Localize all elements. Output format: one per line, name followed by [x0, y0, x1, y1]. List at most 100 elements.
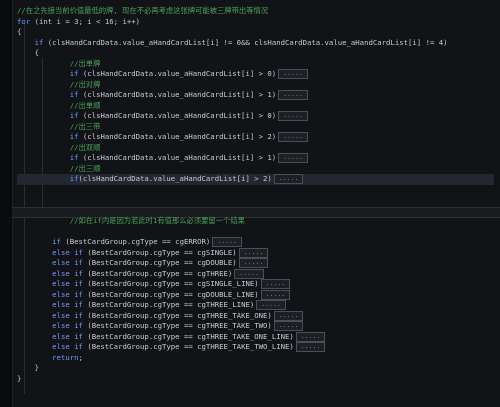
code-keyword: return — [52, 352, 79, 362]
code-text: (BestCardGroup.cgType == cgTHREE_TAKE_TW… — [82, 321, 272, 330]
collapsed-block-button[interactable]: ..... — [278, 69, 308, 79]
collapsed-block-button[interactable]: ..... — [260, 279, 291, 289]
code-line[interactable]: else if (BestCardGroup.cgType == cgTHREE… — [17, 342, 494, 353]
code-line[interactable]: if (clsHandCardData.value_aHandCardList[… — [17, 90, 494, 101]
code-line[interactable] — [17, 227, 494, 238]
code-text: } — [17, 373, 22, 383]
collapsed-block-button[interactable]: ..... — [273, 310, 304, 321]
code-comment: //出双顺 — [17, 142, 101, 152]
collapsed-block-button[interactable]: ..... — [234, 268, 264, 279]
collapsed-block-button[interactable]: ..... — [278, 132, 308, 142]
collapsed-block-button[interactable]: ..... — [238, 258, 269, 268]
code-line[interactable]: { — [17, 48, 494, 59]
code-line[interactable]: else if (BestCardGroup.cgType == cgDOUBL… — [17, 289, 494, 301]
code-line[interactable]: if (clsHandCardData.value_aHandCardList[… — [17, 132, 494, 143]
code-line[interactable]: //出对牌 — [17, 80, 494, 91]
code-line[interactable] — [17, 206, 494, 217]
code-text: (clsHandCardData.value_aHandCardList[i] … — [78, 132, 277, 141]
collapsed-block-button[interactable]: ..... — [238, 247, 269, 258]
code-comment: //出单顺 — [17, 100, 101, 110]
code-line[interactable]: //出三带 — [17, 122, 494, 133]
collapsed-block-button[interactable]: ..... — [256, 300, 286, 310]
code-text: (clsHandCardData.value_aHandCardList[i] … — [43, 37, 448, 47]
code-keyword: else if — [52, 342, 83, 351]
code-line[interactable]: else if (BestCardGroup.cgType == cgDOUBL… — [17, 258, 494, 269]
code-line[interactable]: if (BestCardGroup.cgType == cgERROR)....… — [17, 237, 494, 248]
code-line[interactable]: for (int i = 3; i < 16; i++) — [17, 17, 494, 28]
code-line[interactable]: //出单牌 — [17, 59, 494, 70]
code-text: (clsHandCardData.value_aHandCardList[i] … — [78, 69, 277, 78]
code-keyword: if — [52, 237, 61, 246]
code-area[interactable]: //在之先接当前价值最低的牌, 现在不必再考虑这张牌可能被三牌带出等情况 for … — [17, 6, 494, 384]
code-keyword: if — [69, 90, 79, 99]
collapsed-block-button[interactable]: ..... — [260, 289, 291, 300]
code-line[interactable]: //出单顺 — [17, 101, 494, 112]
code-line[interactable]: //如在if内是因为若此时1有值那么必须要留一个结果 — [17, 216, 494, 227]
code-comment: //在之先接当前价值最低的牌, 现在不必再考虑这张牌可能被三牌带出等情况 — [17, 6, 269, 15]
code-text: (BestCardGroup.cgType == cgTHREE_TAKE_ON… — [82, 310, 272, 320]
code-line[interactable]: else if (BestCardGroup.cgType == cgTHREE… — [17, 321, 494, 332]
code-line[interactable]: if (clsHandCardData.value_aHandCardList[… — [17, 111, 494, 122]
code-line[interactable]: //出三顺 — [17, 164, 494, 175]
code-text: (BestCardGroup.cgType == cgTHREE_TAKE_TW… — [82, 342, 294, 351]
code-line[interactable] — [17, 185, 494, 196]
collapsed-block-button[interactable]: ..... — [212, 237, 242, 247]
code-line[interactable]: else if (BestCardGroup.cgType == cgSINGL… — [17, 247, 494, 259]
code-line[interactable]: else if (BestCardGroup.cgType == cgTHREE… — [17, 310, 494, 322]
collapsed-block-button[interactable]: ..... — [273, 174, 304, 184]
code-line[interactable] — [17, 195, 494, 206]
code-line[interactable]: else if (BestCardGroup.cgType == cgTHREE… — [17, 268, 494, 280]
collapsed-block-button[interactable]: ..... — [278, 153, 308, 163]
code-line[interactable]: if(clsHandCardData.value_aHandCardList[i… — [17, 174, 494, 185]
collapsed-block-button[interactable]: ..... — [278, 90, 308, 100]
code-line[interactable]: else if (BestCardGroup.cgType == cgTHREE… — [17, 300, 494, 311]
code-comment: //出对牌 — [17, 79, 101, 89]
code-text: } — [17, 363, 39, 372]
editor-gutter — [0, 0, 13, 407]
code-line[interactable]: else if (BestCardGroup.cgType == cgTHREE… — [17, 331, 494, 343]
code-keyword: else if — [52, 321, 83, 330]
code-line[interactable]: else if (BestCardGroup.cgType == cgSINGL… — [17, 279, 494, 290]
code-line[interactable]: if (clsHandCardData.value_aHandCardList[… — [17, 153, 494, 164]
code-keyword: else if — [52, 268, 83, 278]
code-text: (BestCardGroup.cgType == cgTHREE_LINE) — [82, 300, 255, 309]
code-text: (BestCardGroup.cgType == cgSINGLE_LINE) — [82, 279, 259, 288]
code-line[interactable]: } — [17, 374, 494, 385]
code-line[interactable]: { — [17, 27, 494, 38]
code-line[interactable]: if (clsHandCardData.value_aHandCardList[… — [17, 38, 494, 49]
collapsed-block-button[interactable]: ..... — [278, 111, 308, 121]
collapsed-block-button[interactable]: ..... — [295, 342, 326, 352]
collapsed-block-button[interactable]: ..... — [273, 321, 304, 331]
code-editor-window: //在之先接当前价值最低的牌, 现在不必再考虑这张牌可能被三牌带出等情况 for … — [0, 0, 500, 407]
code-line[interactable]: } — [17, 363, 494, 374]
code-text: (clsHandCardData.value_aHandCardList[i] … — [78, 153, 277, 162]
code-text: (BestCardGroup.cgType == cgTHREE) — [82, 268, 233, 278]
code-keyword: else if — [52, 331, 83, 341]
code-text: (BestCardGroup.cgType == cgTHREE_TAKE_ON… — [82, 331, 294, 341]
code-line[interactable]: if (clsHandCardData.value_aHandCardList[… — [17, 69, 494, 80]
code-keyword: else if — [52, 289, 83, 299]
code-comment: //如在if内是因为若此时1有值那么必须要留一个结果 — [17, 216, 245, 225]
code-line[interactable]: //在之先接当前价值最低的牌, 现在不必再考虑这张牌可能被三牌带出等情况 — [17, 6, 494, 17]
code-text: (clsHandCardData.value_aHandCardList[i] … — [78, 174, 272, 183]
code-line[interactable]: //出双顺 — [17, 143, 494, 154]
code-line[interactable]: return; — [17, 353, 494, 364]
collapsed-block-button[interactable]: ..... — [295, 331, 326, 342]
code-keyword: if — [69, 174, 79, 183]
